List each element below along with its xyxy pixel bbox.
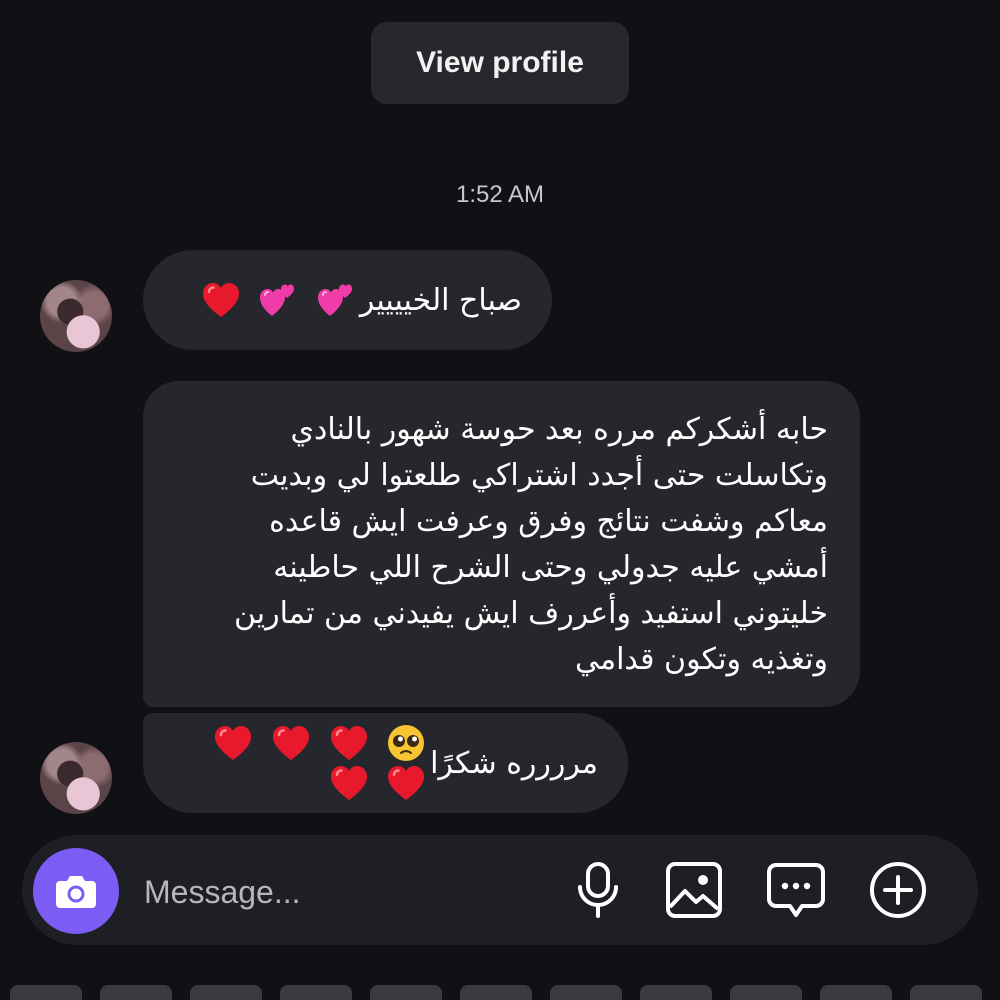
microphone-icon	[578, 862, 618, 918]
camera-icon	[56, 876, 96, 908]
keyboard-key[interactable]	[550, 985, 622, 1000]
keyboard-key[interactable]	[190, 985, 262, 1000]
gallery-button[interactable]	[662, 858, 726, 922]
keyboard-key[interactable]	[910, 985, 982, 1000]
add-button[interactable]	[866, 858, 930, 922]
red-heart-icon	[272, 726, 309, 760]
message-line: أمشي عليه جدولي وحتى الشرح اللي حاطينه	[273, 550, 828, 585]
emoji-group	[197, 280, 360, 320]
red-heart-icon	[388, 766, 425, 800]
keyboard-key[interactable]	[280, 985, 352, 1000]
avatar[interactable]	[40, 742, 112, 814]
view-profile-button[interactable]: View profile	[371, 22, 629, 104]
message-line: وتكاسلت حتى أجدد اشتراكي طلعتوا لي وبديت	[250, 458, 828, 493]
two-hearts-icon	[260, 284, 295, 316]
message-line: خليتوني استفيد وأعررف ايش يفيدني من تمار…	[233, 596, 828, 631]
message-bubble[interactable]: صباح الخيييير	[143, 250, 552, 350]
keyboard-key[interactable]	[460, 985, 532, 1000]
red-heart-icon	[215, 726, 252, 760]
message-text: صباح الخيييير	[359, 282, 522, 318]
dm-screen: View profile 1:52 AM صباح الخيييير حابه …	[0, 0, 1000, 1000]
sticker-icon	[767, 863, 825, 917]
keyboard-key[interactable]	[640, 985, 712, 1000]
red-heart-icon	[330, 766, 367, 800]
gallery-icon	[666, 862, 722, 918]
red-heart-icon	[202, 283, 239, 317]
voice-message-button[interactable]	[566, 858, 630, 922]
message-line: وتغذيه وتكون قدامي	[575, 642, 828, 677]
pleading-face-icon	[388, 725, 425, 761]
avatar[interactable]	[40, 280, 112, 352]
keyboard-key[interactable]	[730, 985, 802, 1000]
sticker-button[interactable]	[764, 858, 828, 922]
keyboard-key[interactable]	[10, 985, 82, 1000]
red-heart-icon	[330, 726, 367, 760]
message-line: حابه أشكركم مرره بعد حوسة شهور بالنادي	[290, 412, 828, 447]
message-line: معاكم وشفت نتائج وفرق وعرفت ايش قاعده	[269, 504, 828, 539]
keyboard-key[interactable]	[820, 985, 892, 1000]
camera-button[interactable]	[33, 848, 119, 934]
add-icon	[870, 862, 926, 918]
emoji-group	[169, 723, 430, 803]
message-input[interactable]	[142, 862, 546, 922]
message-text: مرررره شكرًا	[430, 745, 598, 781]
keyboard-key[interactable]	[370, 985, 442, 1000]
two-hearts-icon	[317, 284, 352, 316]
message-timestamp: 1:52 AM	[455, 181, 545, 208]
keyboard-top-row	[0, 985, 1000, 1000]
message-bubble[interactable]: مرررره شكرًا	[143, 713, 628, 813]
keyboard-key[interactable]	[100, 985, 172, 1000]
message-bubble[interactable]: حابه أشكركم مرره بعد حوسة شهور بالنادي و…	[143, 381, 860, 707]
